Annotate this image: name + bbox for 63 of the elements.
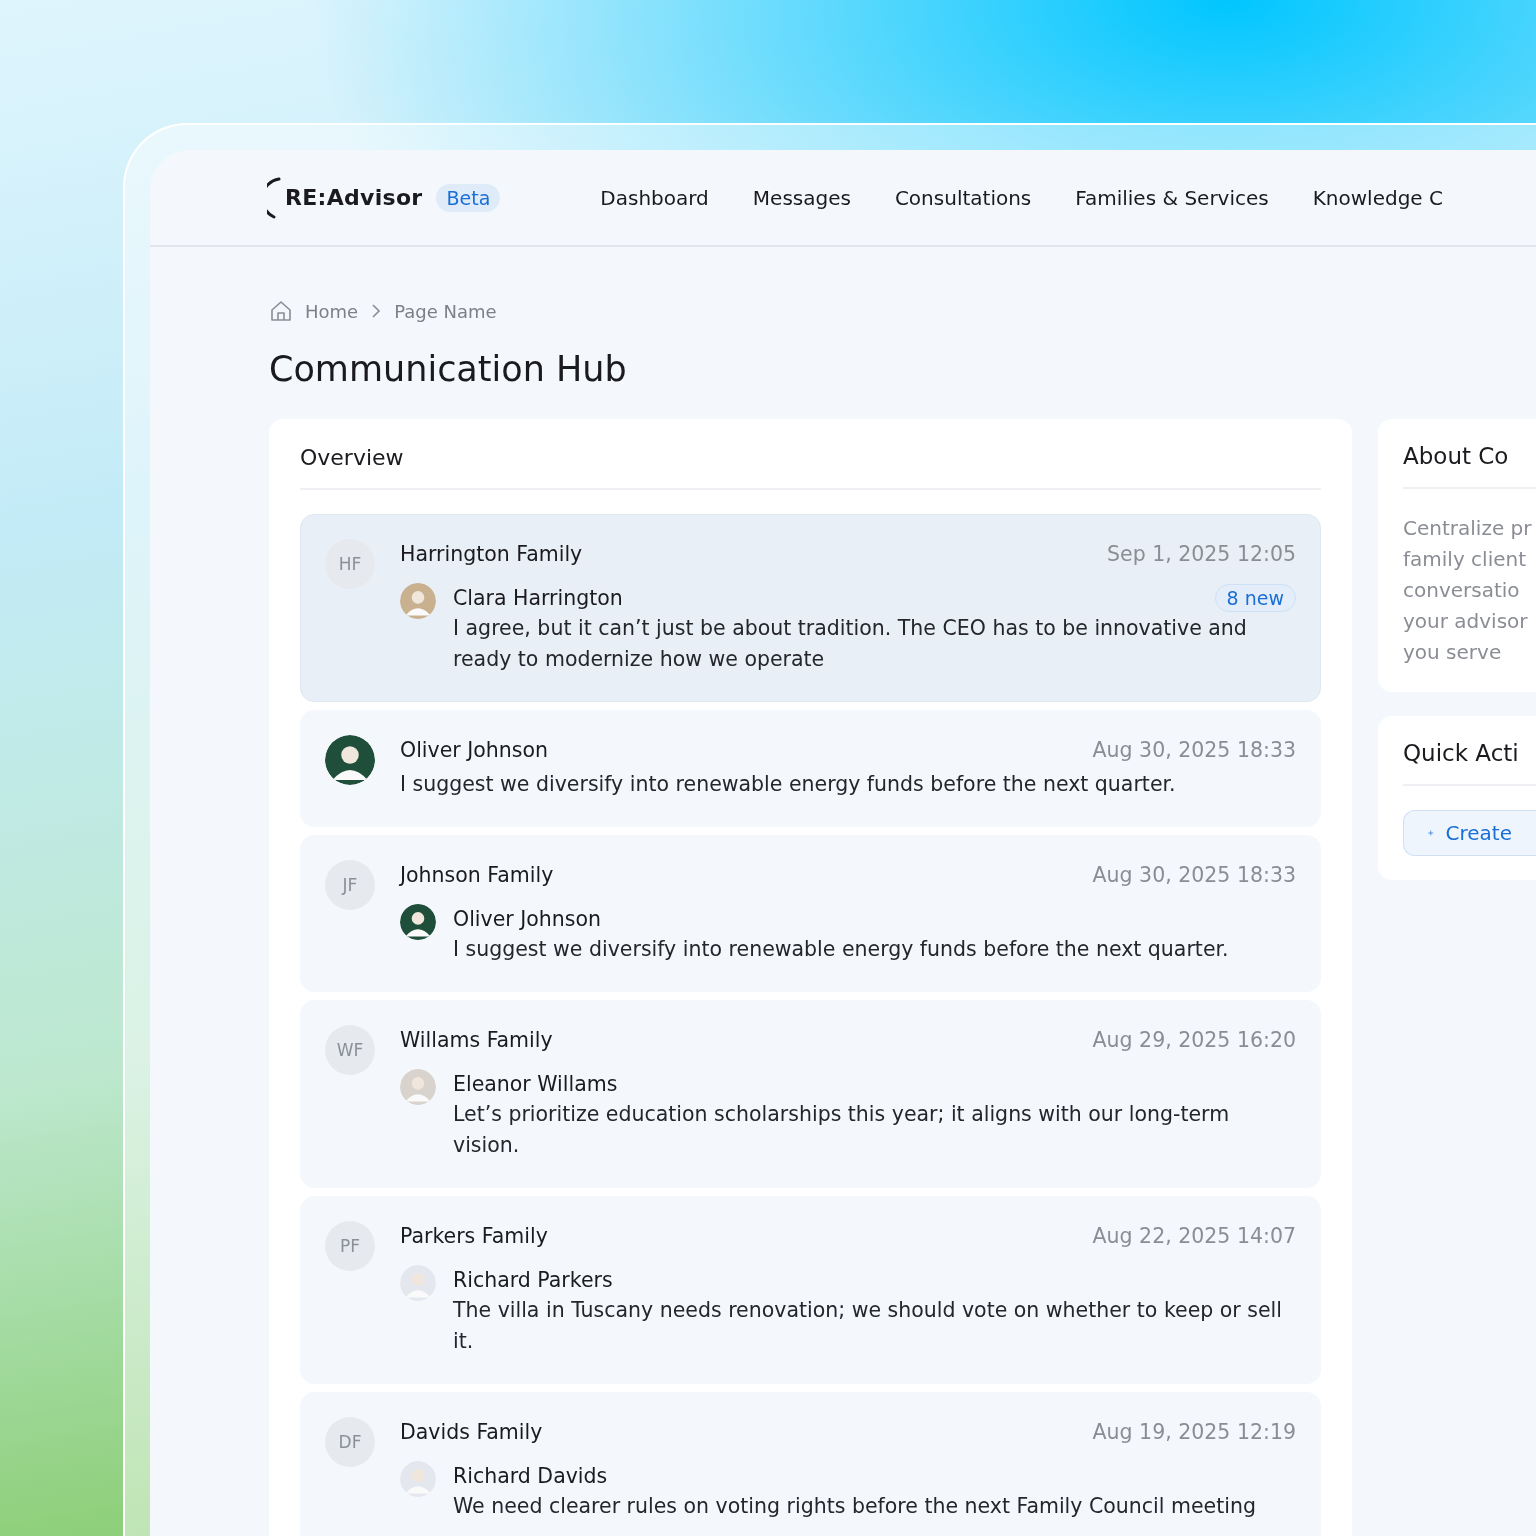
thread-time: Aug 19, 2025 12:19: [1092, 1420, 1296, 1444]
create-button[interactable]: Create: [1403, 810, 1536, 856]
thread-time: Aug 30, 2025 18:33: [1092, 738, 1296, 762]
avatar-icon: [325, 735, 375, 785]
thread-item[interactable]: Oliver Johnson Aug 30, 2025 18:33 I suggest we diversify into renewable energy funds before the next quarter.: [300, 710, 1321, 827]
card-title: Overview: [300, 445, 1321, 490]
thread-name: Johnson Family: [400, 862, 554, 889]
thread-time: Aug 22, 2025 14:07: [1092, 1224, 1296, 1248]
beta-badge: Beta: [436, 183, 501, 212]
initials-avatar: PF: [325, 1221, 375, 1271]
thread-time: Aug 30, 2025 18:33: [1092, 863, 1296, 887]
initials-avatar: JF: [325, 860, 375, 910]
message-text: We need clearer rules on voting rights before the next Family Council meeting: [453, 1493, 1257, 1520]
about-text: family client: [1403, 546, 1528, 573]
thread-time: Aug 29, 2025 16:20: [1092, 1028, 1296, 1052]
thread-name: Harrington Family: [400, 541, 583, 568]
thread-item[interactable]: DF Davids Family Aug 19, 2025 12:19 Richard Davids We need clearer rules on voting rights before the next Family Council meeting: [300, 1392, 1321, 1536]
card-title: Quick Acti: [1403, 740, 1536, 786]
nav-link[interactable]: Knowledge C: [1312, 185, 1443, 210]
member-name: Richard Parkers: [453, 1267, 613, 1294]
member-name: Oliver Johnson: [453, 906, 601, 933]
about-text: you serve: [1403, 639, 1503, 666]
card-title: About Co: [1403, 443, 1536, 489]
home-icon[interactable]: [269, 299, 293, 323]
thread-time: Sep 1, 2025 12:05: [1107, 542, 1296, 566]
avatar-icon: [400, 583, 436, 619]
avatar-icon: [400, 1461, 436, 1497]
avatar-icon: [400, 904, 436, 940]
about-text: Centralize pr: [1403, 515, 1533, 542]
thread-name: Willams Family: [400, 1027, 553, 1054]
thread-item[interactable]: HF Harrington Family Sep 1, 2025 12:05 Clara Harrington 8 new I agree, but it can’t just be about tradition. The CEO has to be innovative and ready to modernize how we operate: [300, 514, 1321, 702]
thread-name: Parkers Family: [400, 1223, 548, 1250]
message-text: I agree, but it can’t just be about tradition. The CEO has to be innovative and ready to modernize how we operate: [453, 615, 1248, 673]
avatar-icon: [400, 1265, 436, 1301]
avatar-icon: [400, 1069, 436, 1105]
breadcrumb-link[interactable]: Home: [305, 300, 359, 322]
message-text: I suggest we diversify into renewable energy funds before the next quarter.: [400, 771, 1177, 798]
logo-arc-icon: [267, 175, 281, 220]
page-title: Communication Hub: [269, 349, 628, 389]
nav-link[interactable]: Families & Services: [1075, 185, 1269, 210]
logo[interactable]: RE:Advisor: [285, 185, 423, 210]
member-name: Clara Harrington: [453, 585, 623, 612]
about-text: conversatio: [1403, 577, 1521, 604]
initials-avatar: WF: [325, 1025, 375, 1075]
message-text: I suggest we diversify into renewable energy funds before the next quarter.: [453, 936, 1230, 963]
message-text: The villa in Tuscany needs renovation; we should vote on whether to keep or sell it.: [453, 1297, 1283, 1355]
nav-link[interactable]: Consultations: [894, 185, 1032, 210]
thread-item[interactable]: PF Parkers Family Aug 22, 2025 14:07 Richard Parkers The villa in Tuscany needs renovation; we should vote on whether to keep or sell it.: [300, 1196, 1321, 1384]
thread-item[interactable]: JF Johnson Family Aug 30, 2025 18:33 Oliver Johnson I suggest we diversify into renewable energy funds before the next quarter.: [300, 835, 1321, 992]
message-text: Let’s prioritize education scholarships this year; it aligns with our long-term vision.: [453, 1101, 1231, 1159]
nav-link[interactable]: Messages: [752, 185, 851, 210]
member-name: Eleanor Willams: [453, 1071, 618, 1098]
new-count-badge: 8 new: [1214, 584, 1296, 612]
member-name: Richard Davids: [453, 1463, 608, 1490]
thread-name: Davids Family: [400, 1419, 543, 1446]
thread-name: Oliver Johnson: [400, 737, 548, 764]
initials-avatar: DF: [325, 1417, 375, 1467]
chevron-right-icon: [370, 303, 383, 319]
thread-item[interactable]: WF Willams Family Aug 29, 2025 16:20 Eleanor Willams Let’s prioritize education scholarships this year; it aligns with our long-term vision.: [300, 1000, 1321, 1188]
initials-avatar: HF: [325, 539, 375, 589]
breadcrumb-link[interactable]: Page Name: [394, 300, 497, 322]
about-text: your advisor: [1403, 608, 1529, 635]
nav-link[interactable]: Dashboard: [600, 185, 709, 210]
